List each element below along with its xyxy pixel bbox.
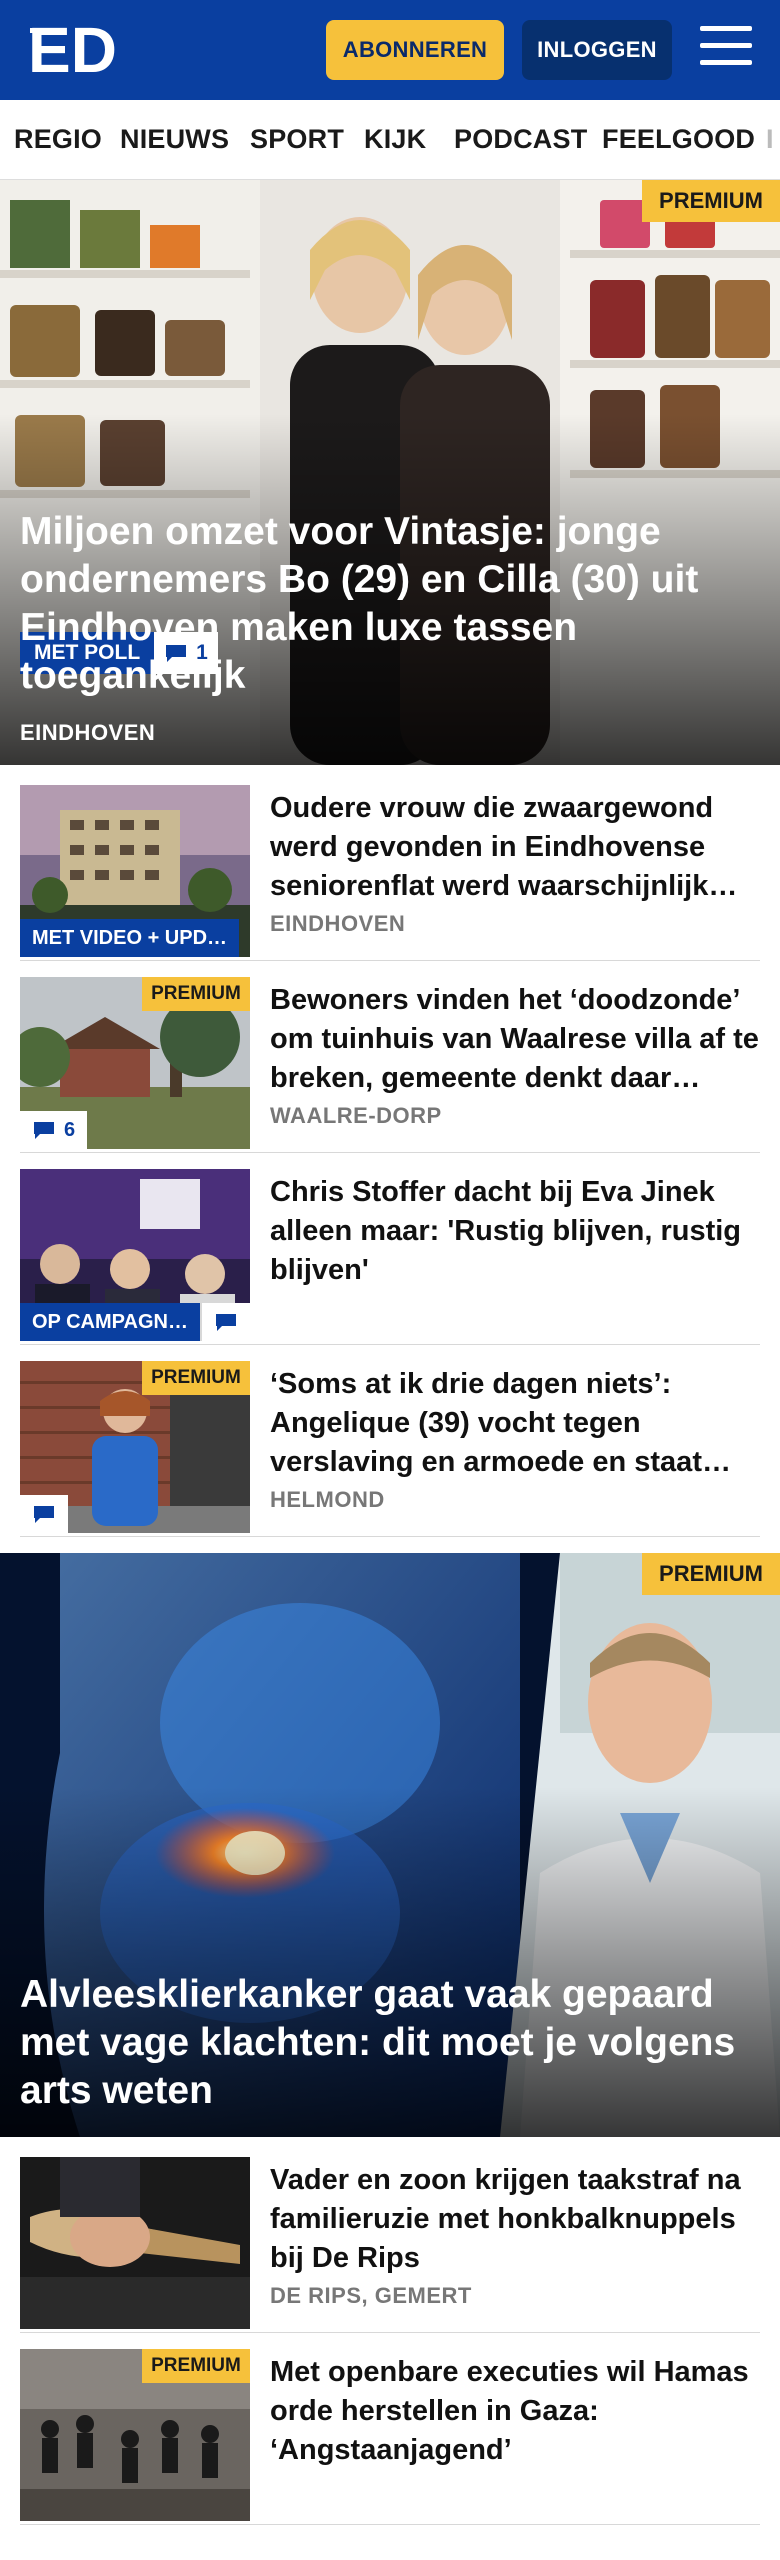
article-title[interactable]: Vader en zoon krijgen taakstraf na famil… xyxy=(270,2161,760,2278)
nav-item-sport[interactable]: SPORT xyxy=(250,124,344,155)
nav-item-feelgood[interactable]: FEELGOOD xyxy=(602,124,755,155)
article-title[interactable]: ‘Soms at ik drie dagen niets’: Angelique… xyxy=(270,1365,760,1482)
article-title[interactable]: Chris Stoffer dacht bij Eva Jinek alleen… xyxy=(270,1173,760,1290)
hero-article-vintasje[interactable]: PREMIUM MET POLL 1 Miljoen omzet voor Vi… xyxy=(0,180,780,765)
article-thumbnail: PREMIUM xyxy=(20,1361,250,1533)
subscribe-button[interactable]: ABONNEREN xyxy=(326,20,504,80)
hero-title[interactable]: Alvleesklierkanker gaat vaak gepaard met… xyxy=(20,1971,760,2115)
list-item[interactable]: MET VIDEO + UPD… Oudere vrouw die zwaarg… xyxy=(20,785,760,961)
comment-icon xyxy=(216,1314,236,1331)
article-location: WAALRE-DORP xyxy=(270,1103,442,1128)
video-update-tag: MET VIDEO + UPD… xyxy=(20,919,240,957)
comment-count[interactable] xyxy=(202,1303,250,1341)
premium-badge: PREMIUM xyxy=(142,2349,250,2383)
article-location: HELMOND xyxy=(270,1487,385,1512)
article-title[interactable]: Bewoners vinden het ‘doodzonde’ om tuinh… xyxy=(270,981,760,1098)
ed-logo[interactable]: ED xyxy=(28,14,118,86)
hero-title[interactable]: Miljoen omzet voor Vintasje: jonge onder… xyxy=(20,508,760,700)
article-thumbnail: MET VIDEO + UPD… xyxy=(20,785,250,957)
article-location: DE RIPS, GEMERT xyxy=(270,2283,472,2308)
premium-badge: PREMIUM xyxy=(142,1361,250,1395)
comment-count-value: 6 xyxy=(64,1118,76,1141)
nav-item-kijk[interactable]: KIJK xyxy=(364,124,426,155)
list-item[interactable]: OP CAMPAGN… Chris Stoffer dacht bij Eva … xyxy=(20,1169,760,1345)
list-item[interactable]: Vader en zoon krijgen taakstraf na famil… xyxy=(20,2157,760,2333)
premium-badge: PREMIUM xyxy=(642,180,780,222)
article-thumbnail: PREMIUM xyxy=(20,2349,250,2521)
list-item[interactable]: PREMIUM 6 Bewoners vinden het ‘doodzonde… xyxy=(20,977,760,1153)
article-thumbnail: OP CAMPAGN… xyxy=(20,1169,250,1341)
site-header: ED ABONNEREN INLOGGEN xyxy=(0,0,780,100)
article-title[interactable]: Oudere vrouw die zwaargewond werd gevond… xyxy=(270,789,760,906)
list-item[interactable]: PREMIUM ‘Soms at ik drie dagen niets’: A… xyxy=(20,1361,760,1537)
comment-count[interactable] xyxy=(20,1495,68,1533)
article-location: EINDHOVEN xyxy=(270,911,406,936)
nav-item-regio[interactable]: REGIO xyxy=(14,124,102,155)
nav-item-nieuws[interactable]: NIEUWS xyxy=(120,124,229,155)
list-item[interactable]: PREMIUM Met openbare executies wil Hamas… xyxy=(20,2349,760,2525)
section-nav: REGIO NIEUWS SPORT KIJK PODCAST FEELGOOD… xyxy=(0,100,780,180)
article-thumbnail: PREMIUM 6 xyxy=(20,977,250,1149)
hero-location: EINDHOVEN xyxy=(20,720,156,745)
svg-text:ED: ED xyxy=(28,18,117,80)
menu-icon[interactable] xyxy=(700,26,752,72)
article-title[interactable]: Met openbare executies wil Hamas orde he… xyxy=(270,2353,760,2470)
login-button[interactable]: INLOGGEN xyxy=(522,20,672,80)
nav-more-hint: I xyxy=(766,124,774,154)
article-thumbnail xyxy=(20,2157,250,2329)
premium-badge: PREMIUM xyxy=(642,1553,780,1595)
comment-count[interactable]: 6 xyxy=(20,1111,88,1149)
nav-item-podcast[interactable]: PODCAST xyxy=(454,124,587,155)
comment-icon xyxy=(34,1506,54,1523)
hero-article-alvleesklier[interactable]: PREMIUM Alvleesklierkanker gaat vaak gep… xyxy=(0,1553,780,2137)
campaign-tag: OP CAMPAGN… xyxy=(20,1303,200,1341)
premium-badge: PREMIUM xyxy=(142,977,250,1011)
comment-icon xyxy=(34,1122,54,1139)
